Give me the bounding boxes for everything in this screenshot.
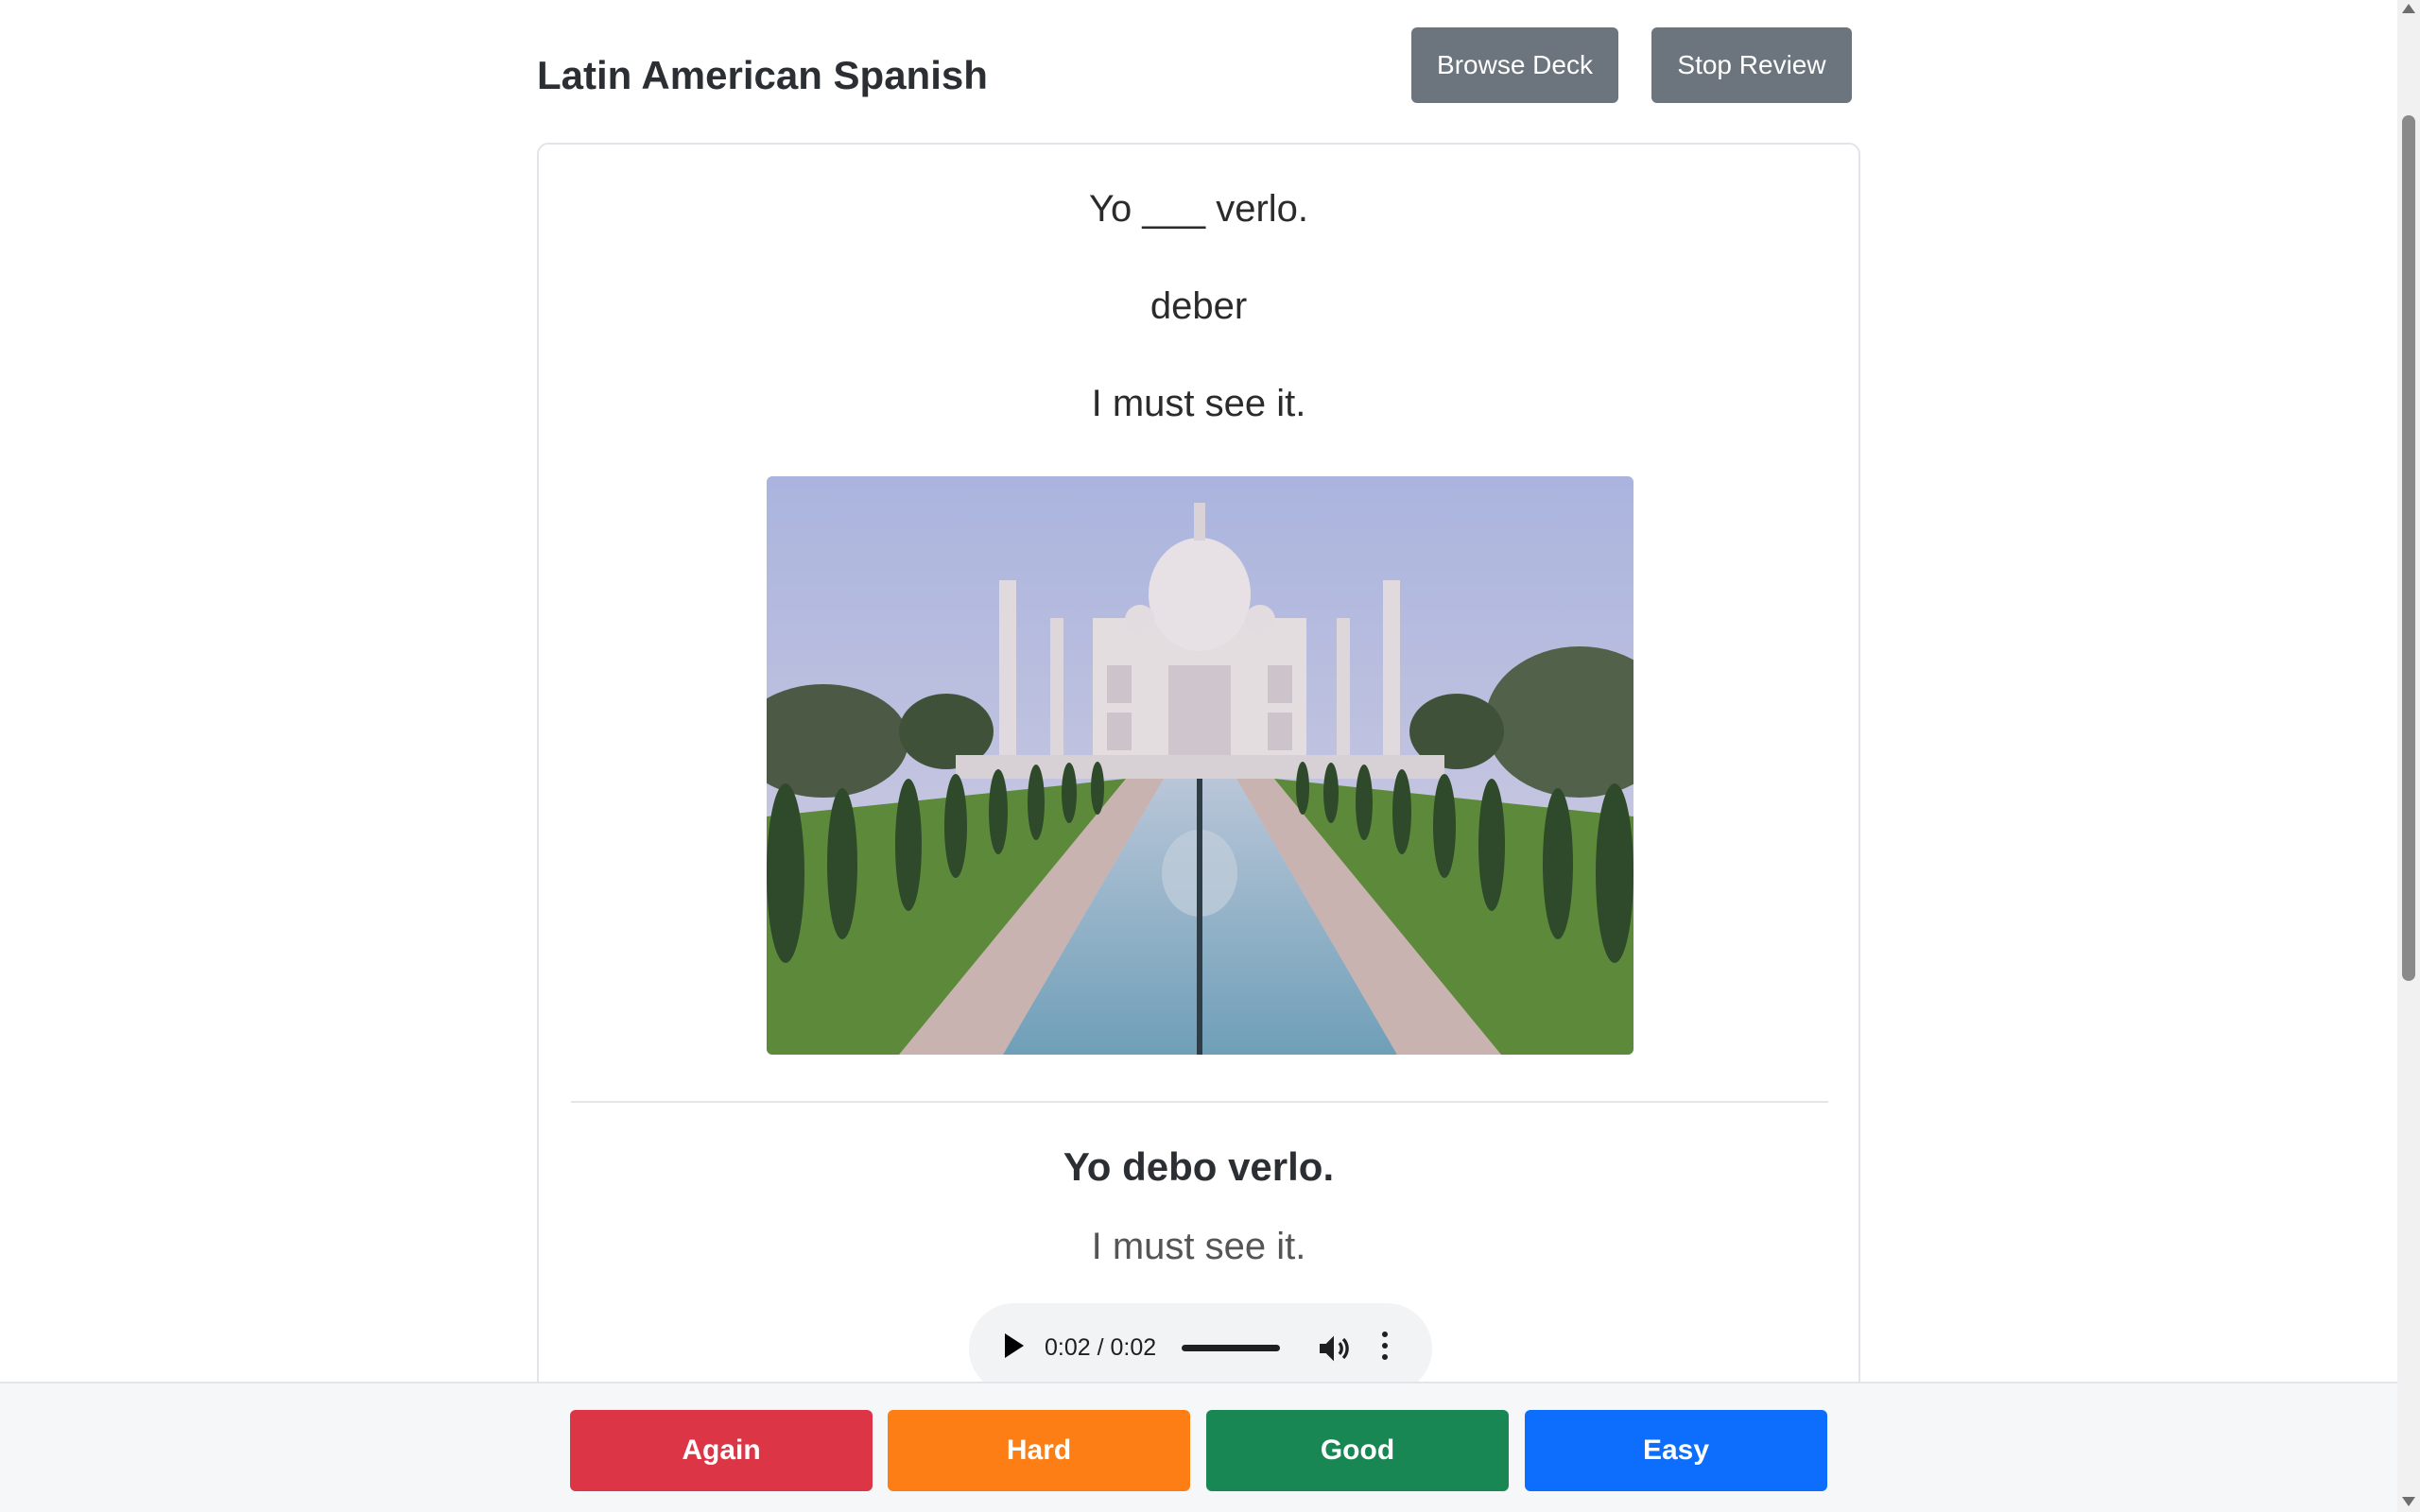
review-page: Latin American Spanish Browse Deck Stop … [0, 0, 2397, 1512]
back-translation: I must see it. [1091, 1226, 1306, 1267]
deck-title: Latin American Spanish [537, 53, 988, 97]
hard-button[interactable]: Hard [888, 1410, 1190, 1491]
front-translation: I must see it. [1091, 383, 1306, 424]
good-button[interactable]: Good [1206, 1410, 1509, 1491]
again-button[interactable]: Again [570, 1410, 873, 1491]
scrollbar-thumb[interactable] [2402, 115, 2415, 981]
answer-bar: Again Hard Good Easy [0, 1382, 2397, 1512]
back-sentence: Yo debo verlo. [1063, 1144, 1335, 1189]
front-word: deber [1150, 285, 1248, 327]
audio-player[interactable]: 0:02 / 0:02 [969, 1303, 1432, 1394]
front-sentence: Yo ___ verlo. [1088, 188, 1309, 230]
play-icon[interactable] [1005, 1333, 1024, 1358]
audio-time: 0:02 / 0:02 [1045, 1334, 1157, 1361]
scroll-up-icon[interactable] [2402, 4, 2415, 13]
scrollbar[interactable] [2397, 0, 2420, 1512]
volume-icon[interactable] [1315, 1330, 1353, 1367]
audio-progress-slider[interactable] [1182, 1345, 1280, 1351]
taj-mahal-image [767, 476, 1634, 1055]
scroll-down-icon[interactable] [2402, 1497, 2415, 1506]
stop-review-button[interactable]: Stop Review [1651, 27, 1852, 103]
easy-button[interactable]: Easy [1525, 1410, 1827, 1491]
more-vertical-icon[interactable] [1379, 1332, 1391, 1366]
browse-deck-button[interactable]: Browse Deck [1411, 27, 1618, 103]
card-divider [571, 1101, 1828, 1103]
flashcard: Yo ___ verlo. deber I must see it. Yo de… [537, 143, 1860, 1512]
card-image [767, 476, 1634, 1055]
